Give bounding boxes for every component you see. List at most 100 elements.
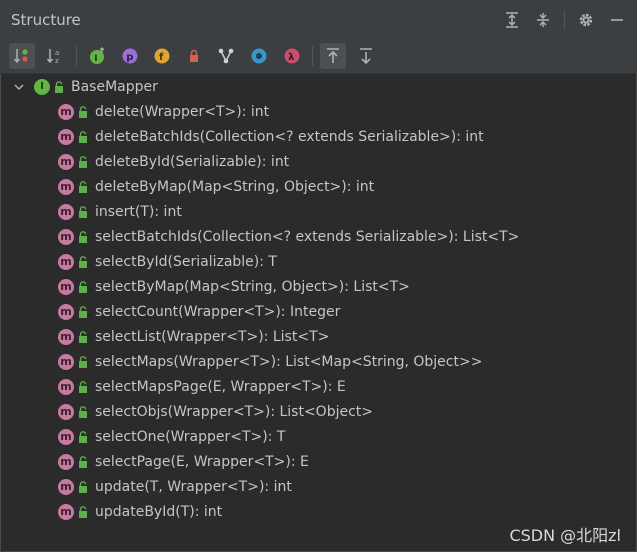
public-lock-icon	[79, 105, 87, 118]
tree-method-row[interactable]: m selectCount(Wrapper<T>): Integer	[58, 299, 340, 324]
svg-text:λ: λ	[288, 52, 295, 63]
tree-method-label: selectById(Serializable): T	[95, 253, 277, 270]
toolbar-divider	[312, 46, 313, 66]
public-lock-icon	[79, 130, 87, 143]
method-icon: m	[58, 278, 74, 295]
show-anonymous-icon[interactable]	[246, 43, 272, 69]
tree-method-row[interactable]: m insert(T): int	[58, 199, 182, 224]
show-properties-icon[interactable]: p	[117, 43, 143, 69]
tree-method-label: update(T, Wrapper<T>): int	[95, 478, 292, 495]
method-icon: m	[58, 103, 74, 120]
svg-text:a: a	[55, 49, 59, 57]
tree-root-label: BaseMapper	[71, 78, 158, 95]
tree-method-label: selectCount(Wrapper<T>): Integer	[95, 303, 341, 320]
show-lambdas-icon[interactable]: λ	[279, 43, 305, 69]
tree-method-label: selectObjs(Wrapper<T>): List<Object>	[95, 403, 374, 420]
method-icon: m	[58, 378, 74, 395]
method-icon: m	[58, 453, 74, 470]
public-lock-icon	[79, 430, 87, 443]
chevron-down-icon[interactable]	[12, 80, 26, 94]
tree-method-row[interactable]: m selectList(Wrapper<T>): List<T>	[58, 324, 329, 349]
tree-method-label: selectList(Wrapper<T>): List<T>	[95, 328, 330, 345]
public-lock-icon	[79, 205, 87, 218]
public-lock-icon	[79, 505, 87, 518]
public-lock-icon	[79, 455, 87, 468]
sort-by-visibility-icon[interactable]	[9, 43, 35, 69]
show-inherited-icon[interactable]: I	[85, 43, 111, 69]
collapse-all-icon[interactable]	[531, 8, 555, 32]
show-fields-icon[interactable]: f	[149, 43, 175, 69]
tree-method-label: insert(T): int	[95, 203, 182, 220]
sort-alphabetically-icon[interactable]: az	[42, 43, 68, 69]
svg-text:p: p	[126, 52, 133, 63]
tree-method-label: selectBatchIds(Collection<? extends Seri…	[95, 228, 520, 245]
panel-header: Structure	[0, 0, 637, 41]
tree-method-row[interactable]: m update(T, Wrapper<T>): int	[58, 474, 292, 499]
tree-method-row[interactable]: m deleteBatchIds(Collection<? extends Ser…	[58, 124, 484, 149]
public-lock-icon	[55, 80, 63, 93]
method-icon: m	[58, 428, 74, 445]
method-icon: m	[58, 178, 74, 195]
method-icon: m	[58, 353, 74, 370]
public-lock-icon	[79, 355, 87, 368]
tree-method-label: deleteByMap(Map<String, Object>): int	[95, 178, 375, 195]
method-icon: m	[58, 128, 74, 145]
tree-method-row[interactable]: m selectById(Serializable): T	[58, 249, 277, 274]
autoscroll-to-source-icon[interactable]	[320, 43, 346, 69]
tree-method-row[interactable]: m selectMapsPage(E, Wrapper<T>): E	[58, 374, 346, 399]
public-lock-icon	[79, 255, 87, 268]
svg-text:I: I	[94, 54, 97, 64]
header-divider	[564, 11, 565, 29]
expand-all-icon[interactable]	[500, 8, 524, 32]
tree-method-row[interactable]: m deleteById(Serializable): int	[58, 149, 289, 174]
tree-method-label: updateById(T): int	[95, 503, 223, 520]
tree-method-row[interactable]: m updateById(T): int	[58, 499, 222, 524]
tree-method-label: selectByMap(Map<String, Object>): List<T…	[95, 278, 410, 295]
structure-toolbar: az I p f λ	[0, 40, 637, 74]
svg-text:f: f	[159, 52, 164, 63]
toolbar-divider	[76, 46, 77, 66]
method-icon: m	[58, 228, 74, 245]
tree-method-label: selectOne(Wrapper<T>): T	[95, 428, 286, 445]
gear-icon[interactable]	[574, 8, 598, 32]
interface-icon: I	[34, 78, 50, 95]
public-lock-icon	[79, 280, 87, 293]
tree-method-row[interactable]: m selectBatchIds(Collection<? extends Ser…	[58, 224, 519, 249]
watermark: CSDN @北阳zl	[509, 526, 621, 545]
tree-method-row[interactable]: m selectObjs(Wrapper<T>): List<Object>	[58, 399, 373, 424]
tree-method-label: selectMapsPage(E, Wrapper<T>): E	[95, 378, 346, 395]
public-lock-icon	[79, 480, 87, 493]
public-lock-icon	[79, 305, 87, 318]
tree-method-label: selectPage(E, Wrapper<T>): E	[95, 453, 309, 470]
method-icon: m	[58, 503, 74, 520]
show-lambdas-tree-icon[interactable]	[213, 43, 239, 69]
tree-method-row[interactable]: m selectPage(E, Wrapper<T>): E	[58, 449, 309, 474]
public-lock-icon	[79, 155, 87, 168]
public-lock-icon	[79, 380, 87, 393]
tree-root-row[interactable]: I BaseMapper	[12, 74, 158, 99]
method-icon: m	[58, 403, 74, 420]
public-lock-icon	[79, 180, 87, 193]
tree-method-row[interactable]: m selectMaps(Wrapper<T>): List<Map<String…	[58, 349, 482, 374]
method-icon: m	[58, 303, 74, 320]
method-icon: m	[58, 203, 74, 220]
public-lock-icon	[79, 405, 87, 418]
tree-method-row[interactable]: m selectOne(Wrapper<T>): T	[58, 424, 285, 449]
tree-method-label: deleteBatchIds(Collection<? extends Seri…	[95, 128, 484, 145]
method-icon: m	[58, 328, 74, 345]
public-lock-icon	[79, 230, 87, 243]
method-icon: m	[58, 253, 74, 270]
method-icon: m	[58, 153, 74, 170]
public-lock-icon	[79, 330, 87, 343]
svg-text:z: z	[55, 57, 59, 65]
tree-method-row[interactable]: m selectByMap(Map<String, Object>): List<…	[58, 274, 410, 299]
show-non-public-icon[interactable]	[181, 43, 207, 69]
method-icon: m	[58, 478, 74, 495]
tree-method-label: selectMaps(Wrapper<T>): List<Map<String,…	[95, 353, 483, 370]
tree-method-label: delete(Wrapper<T>): int	[95, 103, 270, 120]
minimize-icon[interactable]	[605, 8, 629, 32]
tree-method-row[interactable]: m deleteByMap(Map<String, Object>): int	[58, 174, 374, 199]
tree-method-row[interactable]: m delete(Wrapper<T>): int	[58, 99, 269, 124]
tree-method-label: deleteById(Serializable): int	[95, 153, 290, 170]
autoscroll-from-source-icon[interactable]	[353, 43, 379, 69]
